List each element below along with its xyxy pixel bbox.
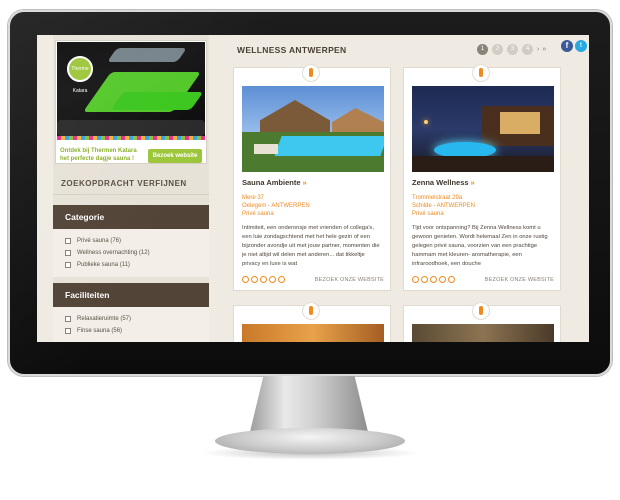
filter-option-label: Wellness overnachting (12) [77,250,150,256]
filter-option[interactable]: Publieke sauna (11) [53,259,209,271]
promo-text: Ontdek bij Thermen Katara het perfecte d… [60,148,137,162]
pagination: 1 2 3 4 › » [477,44,549,55]
listing-title-text[interactable]: Zenna Wellness [412,178,469,187]
main-content: WELLNESS ANTWERPEN 1 2 3 4 › » f t Sauna… [219,35,589,342]
checkbox[interactable] [65,238,71,244]
filter-option-label: Relaxatieruimte (57) [77,316,132,322]
listing-card[interactable]: Zenna Wellness» Trommelstraat 29a Schild… [403,64,561,291]
filter-option-label: Privé sauna (76) [77,238,122,244]
star-icon [439,276,446,283]
page-button-3[interactable]: 3 [507,44,518,55]
checkbox[interactable] [65,328,71,334]
promo-banner[interactable]: Therme Katara Ontdek bij Thermen Katara … [55,40,207,164]
page-button-4[interactable]: 4 [522,44,533,55]
address-line: Oelegem - ANTWERPEN [242,203,310,209]
listing-image[interactable] [412,324,554,342]
listing-card[interactable]: Sauna Ambiente» Mere 37 Oelegem - ANTWER… [233,64,391,291]
filter-option[interactable]: Finse sauna (56) [53,325,209,337]
thermometer-icon [302,64,320,82]
page-button-1[interactable]: 1 [477,44,488,55]
filter-option[interactable]: Privé sauna (76) [53,235,209,247]
star-icon [278,276,285,283]
checkbox[interactable] [65,250,71,256]
filter-option-label: Publieke sauna (11) [77,262,130,268]
filter-option-label: Finse sauna (56) [77,328,123,334]
page-next-icon[interactable]: › [537,46,539,53]
refine-title: ZOEKOPDRACHT VERFIJNEN [53,173,209,195]
star-icon [251,276,258,283]
thermometer-icon [472,64,490,82]
address-line: Mere 37 [242,195,265,201]
star-icon [242,276,249,283]
listing-card[interactable] [403,302,561,342]
monitor-screen: Therme Katara Ontdek bij Thermen Katara … [37,35,589,342]
listing-type: Privé sauna [242,211,274,217]
listing-address: Mere 37 Oelegem - ANTWERPEN Privé sauna [242,194,310,218]
promo-visit-button[interactable]: Bezoek website [148,149,202,163]
thermometer-icon [472,302,490,320]
promo-image: Therme Katara [57,42,205,136]
listing-description: Intimiteit, een onderonsje met vrienden … [242,225,380,266]
star-icon [269,276,276,283]
social-links: f t [561,40,587,52]
page-last-icon[interactable]: » [542,46,546,53]
listing-footer: BEZOEK ONZE WEBSITE [242,276,384,283]
star-icon [430,276,437,283]
listing-address: Trommelstraat 29a Schilde - ANTWERPEN Pr… [412,194,475,218]
listing-card[interactable] [233,302,391,342]
listing-image[interactable] [412,86,554,172]
listing-type: Privé sauna [412,211,444,217]
rating-stars [412,276,457,283]
star-icon [412,276,419,283]
listing-title-arrows: » [302,178,307,187]
promo-logo: Therme Katara [67,56,93,94]
filter-header-faciliteiten[interactable]: Faciliteiten [53,283,209,307]
listing-image[interactable] [242,86,384,172]
listing-footer: BEZOEK ONZE WEBSITE [412,276,554,283]
address-line: Trommelstraat 29a [412,195,463,201]
page-button-2[interactable]: 2 [492,44,503,55]
sidebar: Therme Katara Ontdek bij Thermen Katara … [53,35,209,342]
facebook-icon[interactable]: f [561,40,573,52]
listing-title[interactable]: Sauna Ambiente» [242,178,307,187]
checkbox[interactable] [65,262,71,268]
star-icon [421,276,428,283]
rating-stars [242,276,287,283]
star-icon [448,276,455,283]
visit-website-link[interactable]: BEZOEK ONZE WEBSITE [485,277,554,283]
monitor-stand-neck [249,376,369,436]
promo-divider [57,136,205,140]
visit-website-link[interactable]: BEZOEK ONZE WEBSITE [315,277,384,283]
listing-title-arrows: » [470,178,475,187]
page-title: WELLNESS ANTWERPEN [237,45,347,55]
star-icon [260,276,267,283]
monitor-scene: Therme Katara Ontdek bij Thermen Katara … [0,0,620,500]
filter-option[interactable]: Relaxatieruimte (57) [53,313,209,325]
checkbox[interactable] [65,316,71,322]
filter-option[interactable]: Wellness overnachting (12) [53,247,209,259]
address-line: Schilde - ANTWERPEN [412,203,476,209]
monitor-stand-base [215,428,405,454]
listing-title[interactable]: Zenna Wellness» [412,178,475,187]
listing-image[interactable] [242,324,384,342]
listing-title-text[interactable]: Sauna Ambiente [242,178,300,187]
filter-list-faciliteiten: Relaxatieruimte (57) Finse sauna (56) [53,307,209,342]
listing-description: Tijd voor ontspanning? Bij Zenna Wellnes… [412,225,548,266]
twitter-icon[interactable]: t [575,40,587,52]
filter-list-categorie: Privé sauna (76) Wellness overnachting (… [53,229,209,277]
filter-header-categorie[interactable]: Categorie [53,205,209,229]
thermometer-icon [302,302,320,320]
